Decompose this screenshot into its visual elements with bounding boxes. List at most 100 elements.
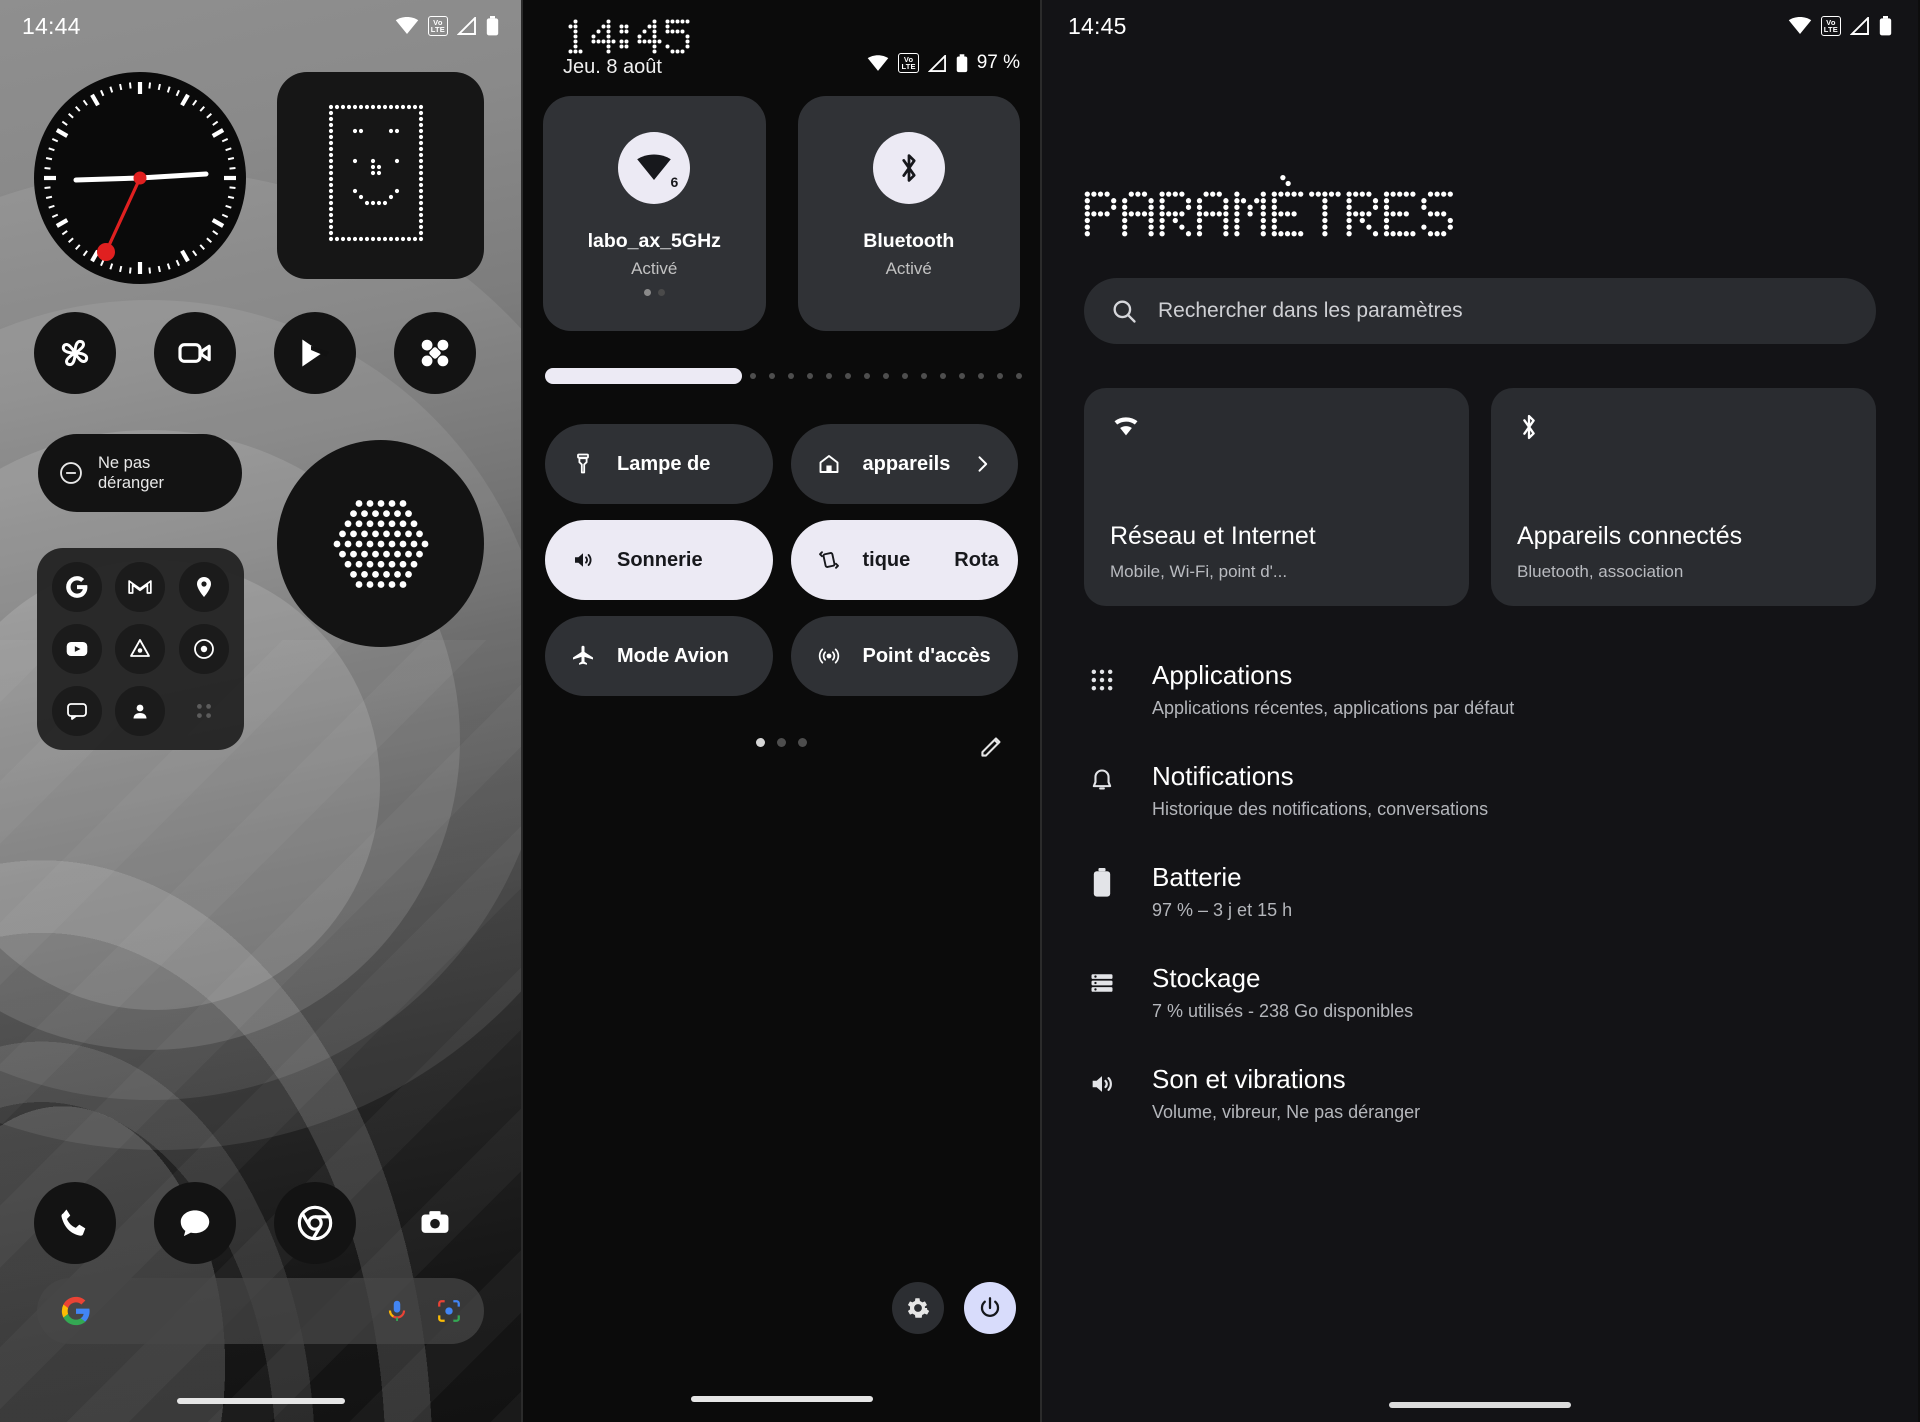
row-title: Applications (1152, 660, 1293, 690)
volume-icon (571, 548, 595, 572)
home-app-row (34, 312, 476, 394)
settings-row-storage[interactable]: Stockage 7 % utilisés - 238 Go disponibl… (1084, 943, 1894, 1044)
qs-page-dots[interactable] (523, 738, 1040, 747)
settings-row-applications[interactable]: Applications Applications récentes, appl… (1084, 640, 1894, 741)
settings-search-bar[interactable]: Rechercher dans les paramètres (1084, 278, 1876, 344)
signal-icon (1850, 17, 1870, 35)
airplane-icon (571, 644, 595, 668)
devices-tile-label: appareils (862, 452, 951, 475)
camera-icon[interactable] (394, 1182, 476, 1264)
pixel-face-widget[interactable] (277, 72, 484, 279)
page-title (1084, 174, 1458, 237)
devices-tile[interactable]: appareils (790, 424, 1018, 504)
qs-big-tiles: 6 labo_ax_5GHz Activé Bluetooth Activé (543, 96, 1020, 331)
analog-clock-widget[interactable] (34, 72, 246, 284)
phone-icon[interactable] (34, 1182, 116, 1264)
row-sub: 97 % – 3 j et 15 h (1152, 900, 1293, 920)
wifi-icon (867, 54, 889, 72)
dotted-phone-face-icon (328, 104, 423, 241)
signal-icon (927, 54, 947, 72)
wifi-tile-page-dots (643, 289, 665, 296)
status-icons: Vo LTE (395, 16, 499, 36)
battery-icon (956, 53, 968, 73)
settings-row-sound[interactable]: Son et vibrations Volume, vibreur, Ne pa… (1084, 1044, 1894, 1145)
devices-card-sub: Bluetooth, association (1517, 562, 1684, 581)
settings-status-bar: 14:45 Vo LTE (1042, 0, 1918, 52)
wifi-icon (395, 17, 419, 35)
pencil-icon[interactable] (978, 732, 1006, 760)
wifi-tile[interactable]: 6 labo_ax_5GHz Activé (543, 96, 766, 331)
dotted-hex-widget[interactable] (277, 440, 484, 647)
hotspot-tile-label: Point d'accès (862, 644, 991, 667)
settings-row-battery[interactable]: Batterie 97 % – 3 j et 15 h (1084, 842, 1894, 943)
flashlight-tile[interactable]: Lampe de (545, 424, 773, 504)
row-sub: Applications récentes, applications par … (1152, 698, 1515, 718)
google-g-icon[interactable] (51, 562, 102, 612)
youtube-icon[interactable] (51, 624, 102, 674)
maps-pin-icon[interactable] (179, 562, 230, 612)
wifi-6-icon: 6 (618, 132, 691, 204)
mic-icon[interactable] (384, 1298, 410, 1324)
power-button[interactable] (964, 1282, 1016, 1334)
flashlight-tile-label: Lampe de (617, 452, 711, 475)
network-card[interactable]: Réseau et Internet Mobile, Wi-Fi, point … (1084, 388, 1469, 606)
google-search-bar[interactable] (37, 1278, 484, 1344)
row-title: Son et vibrations (1152, 1064, 1346, 1094)
brightness-track (750, 373, 1022, 379)
settings-button[interactable] (892, 1282, 944, 1334)
app-folder[interactable] (37, 548, 244, 750)
settings-panel: 14:45 Vo LTE Rechercher dans les paramèt… (1042, 0, 1918, 1422)
fan-icon[interactable] (34, 312, 116, 394)
connections-icon[interactable] (394, 312, 476, 394)
qs-nav-pill[interactable] (690, 1396, 873, 1402)
chat-bubble-icon[interactable] (51, 686, 102, 736)
bluetooth-tile[interactable]: Bluetooth Activé (797, 96, 1020, 331)
lens-icon[interactable] (436, 1298, 462, 1324)
home-status-bar: 14:44 Vo LTE (0, 0, 521, 52)
settings-row-notifications[interactable]: Notifications Historique des notificatio… (1084, 741, 1894, 842)
search-icon (1110, 297, 1138, 325)
bluetooth-tile-label: Bluetooth (863, 230, 955, 252)
airplane-tile[interactable]: Mode Avion (545, 616, 773, 696)
airplane-tile-label: Mode Avion (617, 644, 729, 667)
network-card-title: Réseau et Internet (1110, 522, 1316, 550)
chrome-icon[interactable] (274, 1182, 356, 1264)
play-store-icon[interactable] (274, 312, 356, 394)
rotation-tile-label2: Rota (954, 548, 999, 571)
wifi-icon (1110, 412, 1443, 436)
drive-icon[interactable] (115, 624, 166, 674)
photos-icon[interactable] (179, 624, 230, 674)
home-nav-pill[interactable] (176, 1398, 345, 1404)
messages-icon[interactable] (154, 1182, 236, 1264)
dotted-cluster-icon (333, 499, 428, 588)
qs-clock-block: Jeu. 8 août (563, 14, 693, 79)
row-title: Batterie (1152, 862, 1242, 892)
storage-icon (1084, 963, 1120, 997)
apps-grid-icon[interactable] (179, 686, 229, 736)
settings-nav-pill[interactable] (1389, 1402, 1571, 1408)
brightness-slider[interactable] (545, 366, 1022, 386)
hotspot-tile[interactable]: Point d'accès (790, 616, 1018, 696)
volte-icon: Vo LTE (1820, 16, 1841, 36)
devices-card[interactable]: Appareils connectés Bluetooth, associati… (1491, 388, 1876, 606)
gmail-icon[interactable] (115, 562, 166, 612)
ringer-tile[interactable]: Sonnerie (545, 520, 773, 600)
power-icon (977, 1295, 1003, 1321)
volte-icon: Vo LTE (427, 16, 448, 36)
qs-date: Jeu. 8 août (563, 56, 662, 78)
apps-grid-icon (1084, 660, 1120, 694)
wifi-icon (1788, 17, 1812, 35)
qs-status-icons: Vo LTE 97 % (867, 52, 1020, 74)
wifi-tile-sub: Activé (631, 259, 678, 278)
row-title: Notifications (1152, 761, 1294, 791)
do-not-disturb-chip[interactable]: Ne pas déranger (38, 434, 242, 512)
quick-settings-panel: Jeu. 8 août Vo LTE 97 % 6 labo_ax_5GHz A… (521, 0, 1042, 1422)
google-logo (59, 1294, 93, 1328)
status-time: 14:45 (1068, 12, 1127, 39)
volte-icon: Vo LTE (898, 53, 919, 73)
volume-icon (1084, 1064, 1120, 1098)
contacts-icon[interactable] (115, 686, 166, 736)
rotation-tile[interactable]: tique Rota (790, 520, 1018, 600)
camcorder-icon[interactable] (154, 312, 236, 394)
battery-icon (1879, 16, 1892, 36)
